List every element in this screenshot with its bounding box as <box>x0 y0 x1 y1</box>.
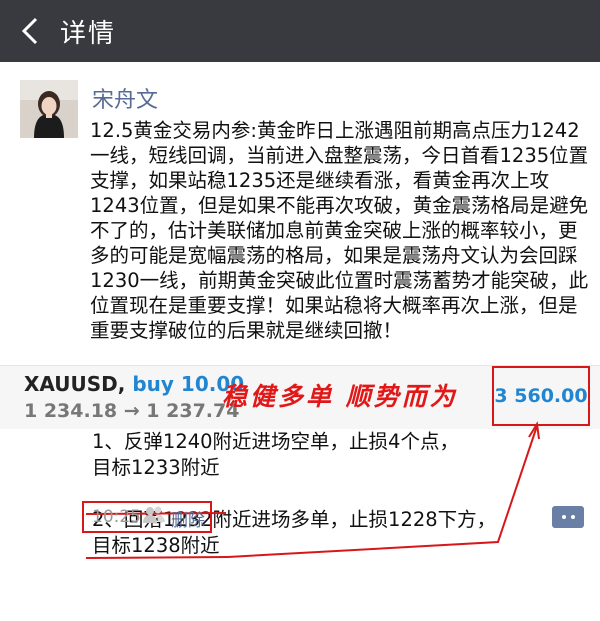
delete-link[interactable]: 删除 <box>171 506 205 531</box>
chevron-left-icon <box>21 17 38 45</box>
page-title: 详情 <box>60 19 117 49</box>
strategy-line: 目标1233附近 <box>92 456 220 479</box>
trade-symbol: XAUUSD <box>24 372 118 396</box>
moment-post: 宋舟文 12.5黄金交易内参:黄金昨日上涨遇阻前期高点压力1242一线，短线回调… <box>0 62 600 621</box>
post-time: 10:25 <box>92 507 141 527</box>
top-bar: 详情 <box>0 0 600 62</box>
strategy-text: 1、反弹1240附近进场空单，止损4个点， 目标1233附近 2、回落1232附… <box>92 429 542 559</box>
back-button[interactable] <box>10 8 50 54</box>
post-text: 12.5黄金交易内参:黄金昨日上涨遇阻前期高点压力1242一线，短线回调，当前进… <box>90 119 589 342</box>
author-name[interactable]: 宋舟文 <box>92 82 158 114</box>
trade-separator: , <box>117 372 126 396</box>
avatar[interactable] <box>20 80 78 138</box>
avatar-image <box>20 80 78 138</box>
friends-icon <box>143 506 165 523</box>
trade-header: XAUUSD, buy 10.00 <box>24 372 244 396</box>
trade-profit: 3 560.00 <box>492 366 590 426</box>
trade-card[interactable]: XAUUSD, buy 10.00 1 234.18 → 1 237.74 稳健… <box>0 365 600 429</box>
trade-price-range: 1 234.18 → 1 237.74 <box>24 400 240 422</box>
handwritten-note: 稳健多单 顺势而为 <box>222 382 458 411</box>
comment-dot <box>561 515 566 519</box>
comment-dot <box>570 515 575 519</box>
comment-button[interactable] <box>552 506 584 528</box>
strategy-line: 目标1238附近 <box>92 534 220 557</box>
strategy-line: 1、反弹1240附近进场空单，止损4个点， <box>92 430 459 453</box>
